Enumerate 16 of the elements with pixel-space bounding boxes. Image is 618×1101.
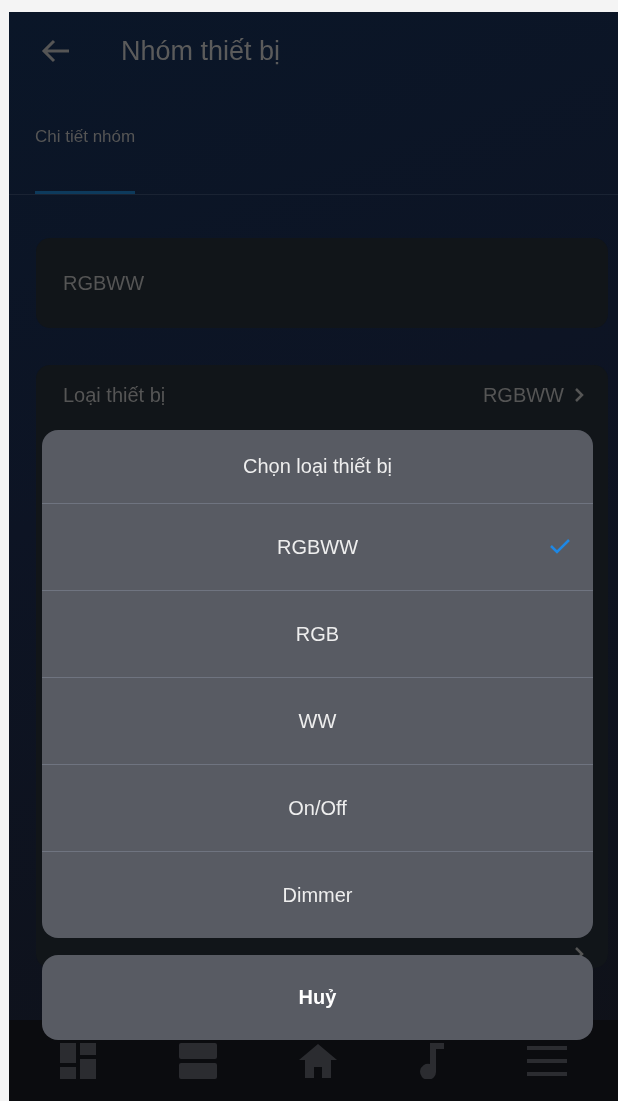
music-note-icon[interactable] <box>420 1042 445 1079</box>
dashboard-icon[interactable] <box>60 1042 97 1079</box>
back-arrow-icon[interactable] <box>41 39 71 63</box>
screen-title: Nhóm thiết bị <box>121 35 281 67</box>
chevron-right-icon <box>574 387 584 403</box>
home-icon[interactable] <box>299 1043 338 1078</box>
sheet-title: Chọn loại thiết bị <box>243 455 392 478</box>
setting-label: Loại thiết bị <box>63 383 166 407</box>
option-item[interactable]: RGBWW <box>42 503 593 590</box>
option-item[interactable]: RGB <box>42 590 593 677</box>
menu-icon[interactable] <box>526 1045 567 1076</box>
option-item[interactable]: On/Off <box>42 764 593 851</box>
option-item[interactable]: Dimmer <box>42 851 593 938</box>
option-item[interactable]: WW <box>42 677 593 764</box>
stacked-rows-icon[interactable] <box>178 1042 217 1079</box>
cancel-button[interactable]: Huỷ <box>42 955 593 1040</box>
